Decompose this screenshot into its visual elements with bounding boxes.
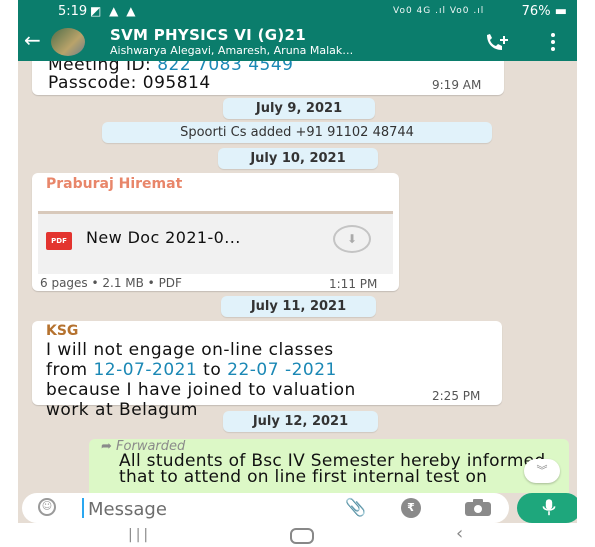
date-separator: July 9, 2021 — [223, 98, 375, 119]
message-text: I will not engage on-line classes from 1… — [46, 340, 496, 420]
chat-header[interactable]: ← SVM PHYSICS VI (G)21 Aishwarya Alegavi… — [18, 24, 577, 61]
status-time: 5:19 — [58, 4, 88, 19]
emoji-icon[interactable]: ☺ — [38, 498, 56, 516]
from-word: from — [46, 360, 88, 380]
network-indicator: Vo0 4G .ıl Vo0 .ıl — [393, 6, 485, 16]
message-line: I will not engage on-line classes — [46, 340, 334, 360]
overflow-menu-icon[interactable] — [550, 31, 556, 53]
forward-arrow-icon: ➦ — [101, 439, 112, 454]
home-icon[interactable] — [290, 528, 314, 544]
date-separator: July 12, 2021 — [223, 411, 378, 432]
battery-level: 76% — [521, 4, 551, 19]
back-icon[interactable]: ‹ — [456, 523, 463, 544]
message-input[interactable] — [86, 494, 320, 524]
voice-message-button[interactable] — [517, 493, 577, 523]
text-caret — [82, 498, 84, 518]
group-avatar[interactable] — [51, 28, 85, 56]
forwarded-message: ➦ Forwarded All students of Bsc IV Semes… — [89, 439, 569, 493]
system-message: Spoorti Cs added +91 91102 48744 — [102, 122, 492, 143]
payment-icon[interactable]: ₹ — [401, 498, 421, 518]
pdf-icon: PDF — [46, 232, 72, 250]
add-call-icon[interactable] — [483, 32, 511, 52]
meeting-message: Meeting ID: 822 7083 4549 Passcode: 0958… — [32, 61, 504, 95]
camera-icon[interactable] — [463, 499, 493, 517]
system-nav-bar: ||| ‹ — [18, 523, 577, 547]
message-time: 1:11 PM — [329, 277, 378, 291]
notification-icons: ◩ ▲ ▲ — [90, 4, 138, 18]
ksg-message: KSG I will not engage on-line classes fr… — [32, 321, 502, 420]
passcode-line: Passcode: 095814 — [48, 73, 211, 93]
message-time: 9:19 AM — [432, 78, 482, 92]
battery-indicator: 76% ▬ — [522, 4, 567, 19]
download-icon[interactable]: ⬇ — [333, 225, 371, 253]
sender-name[interactable]: Praburaj Hiremat — [46, 176, 182, 192]
to-word: to — [203, 360, 222, 380]
date-separator: July 10, 2021 — [218, 148, 378, 169]
message-box[interactable]: ☺ 📎 ₹ — [22, 493, 509, 524]
battery-icon: ▬ — [554, 4, 567, 19]
date-link[interactable]: 22-07 -2021 — [227, 360, 337, 380]
date-link[interactable]: 12-07-2021 — [93, 360, 197, 380]
document-filename[interactable]: New Doc 2021-0... — [86, 228, 241, 247]
message-text: All students of Bsc IV Semester hereby i… — [119, 451, 546, 487]
document-preview[interactable]: PDF New Doc 2021-0... ⬇ — [38, 211, 393, 274]
microphone-icon — [542, 499, 556, 516]
date-separator: July 11, 2021 — [221, 296, 376, 317]
group-title[interactable]: SVM PHYSICS VI (G)21 — [110, 26, 306, 44]
composer-bar: ☺ 📎 ₹ — [18, 493, 577, 524]
message-line: from 12-07-2021 to 22-07 -2021 — [46, 360, 496, 380]
sender-name[interactable]: KSG — [46, 323, 78, 339]
phone-screen: 5:19 ◩ ▲ ▲ Vo0 4G .ıl Vo0 .ıl 76% ▬ ← SV… — [18, 0, 577, 547]
chat-area[interactable]: Meeting ID: 822 7083 4549 Passcode: 0958… — [18, 61, 577, 493]
status-bar: 5:19 ◩ ▲ ▲ Vo0 4G .ıl Vo0 .ıl 76% ▬ — [18, 0, 577, 24]
message-time: 2:25 PM — [432, 389, 481, 403]
scroll-down-icon[interactable]: ︾ — [524, 459, 560, 483]
document-meta: 6 pages • 2.1 MB • PDF — [40, 276, 182, 290]
document-message: Praburaj Hiremat PDF New Doc 2021-0... ⬇… — [32, 173, 399, 291]
group-members[interactable]: Aishwarya Alegavi, Amaresh, Aruna Malak… — [110, 44, 353, 57]
attach-icon[interactable]: 📎 — [345, 498, 367, 518]
recents-icon[interactable]: ||| — [128, 527, 151, 543]
top-bar: 5:19 ◩ ▲ ▲ Vo0 4G .ıl Vo0 .ıl 76% ▬ ← SV… — [18, 0, 577, 61]
message-line: because I have joined to valuation — [46, 380, 356, 400]
back-arrow-icon[interactable]: ← — [24, 28, 41, 52]
